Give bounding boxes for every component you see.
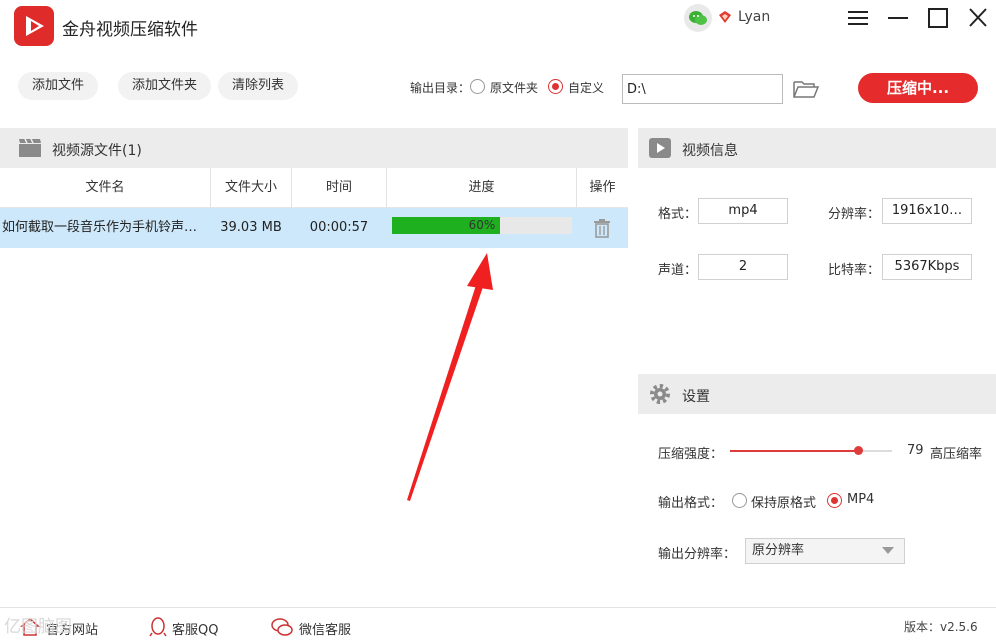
version-text: 版本：v2.5.6	[904, 620, 978, 634]
red-arrow-annotation	[395, 250, 495, 505]
chevron-down-icon[interactable]	[882, 547, 894, 554]
trash-icon[interactable]	[592, 218, 612, 238]
strength-slider-thumb[interactable]	[854, 446, 863, 455]
add-folder-button[interactable]: 添加文件夹	[118, 72, 212, 100]
radio-mp4[interactable]	[827, 493, 842, 508]
output-format-label: 输出格式：	[658, 496, 724, 511]
wechat-icon[interactable]	[684, 4, 712, 32]
strength-description: 高压缩率	[930, 447, 983, 462]
radio-original-folder[interactable]	[470, 79, 485, 94]
radio-keep-format-label: 保持原格式	[751, 496, 817, 511]
file-name-cell: 如何截取一段音乐作为手机铃声…	[2, 220, 198, 235]
folder-icon[interactable]	[792, 78, 820, 100]
strength-label: 压缩强度：	[658, 447, 724, 462]
bitrate-label: 比特率：	[828, 263, 881, 278]
qq-service-link[interactable]: 客服QQ	[172, 619, 218, 638]
file-size-cell: 39.03 MB	[220, 220, 282, 235]
user-name[interactable]: Lyan	[738, 9, 770, 25]
resolution-value: 1916x10…	[882, 198, 972, 224]
close-icon[interactable]	[965, 6, 991, 30]
radio-original-folder-label: 原文件夹	[490, 81, 539, 95]
resolution-label: 分辨率：	[828, 207, 881, 222]
channel-label: 声道：	[658, 263, 698, 278]
output-path-input[interactable]	[622, 74, 783, 104]
play-icon	[648, 137, 672, 159]
bitrate-value: 5367Kbps	[882, 254, 972, 280]
output-resolution-label: 输出分辨率：	[658, 547, 737, 562]
radio-custom-folder-label: 自定义	[568, 81, 605, 95]
minimize-icon[interactable]	[885, 6, 911, 30]
app-logo-icon	[14, 6, 54, 46]
maximize-icon[interactable]	[925, 6, 951, 30]
vip-icon	[718, 10, 732, 24]
settings-title: 设置	[682, 389, 710, 405]
menu-icon[interactable]	[845, 6, 871, 30]
channel-value: 2	[698, 254, 788, 280]
compress-button[interactable]: 压缩中...	[858, 73, 978, 103]
column-header-time: 时间	[325, 180, 352, 195]
app-title: 金舟视频压缩软件	[62, 20, 198, 40]
strength-slider-fill	[730, 450, 858, 452]
column-header-progress: 进度	[468, 180, 495, 195]
column-header-size: 文件大小	[224, 180, 277, 195]
file-time-cell: 00:00:57	[309, 220, 369, 235]
radio-custom-folder[interactable]	[548, 79, 563, 94]
progress-label: 60%	[468, 218, 496, 232]
column-header-action: 操作	[589, 180, 616, 195]
watermark-text: 亿图脑图	[4, 617, 72, 637]
source-files-title: 视频源文件(1)	[52, 143, 142, 159]
format-value: mp4	[698, 198, 788, 224]
qq-icon[interactable]	[148, 616, 168, 638]
strength-value: 79	[907, 443, 924, 458]
radio-keep-format[interactable]	[732, 493, 747, 508]
output-dir-label: 输出目录：	[410, 81, 471, 95]
film-icon	[18, 138, 42, 158]
output-resolution-select[interactable]: 原分辨率	[745, 538, 905, 564]
gear-icon	[648, 382, 672, 406]
video-info-title: 视频信息	[682, 143, 738, 159]
column-header-name: 文件名	[85, 180, 125, 195]
radio-mp4-label: MP4	[847, 492, 875, 507]
wechat-service-link[interactable]: 微信客服	[299, 619, 351, 638]
wechat-service-icon[interactable]	[270, 616, 294, 638]
format-label: 格式：	[658, 207, 698, 222]
add-file-button[interactable]: 添加文件	[18, 72, 99, 100]
clear-list-button[interactable]: 清除列表	[218, 72, 299, 100]
